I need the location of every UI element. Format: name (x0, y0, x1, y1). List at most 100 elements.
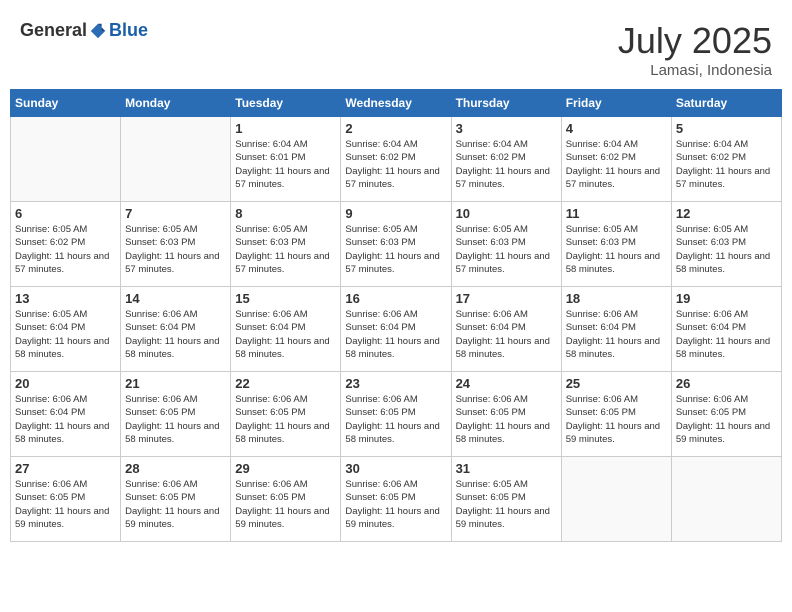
day-number: 11 (566, 206, 667, 221)
sunrise-text: Sunrise: 6:04 AM (345, 139, 417, 150)
day-number: 5 (676, 121, 777, 136)
sunrise-text: Sunrise: 6:06 AM (676, 309, 748, 320)
day-number: 28 (125, 461, 226, 476)
sunset-text: Sunset: 6:01 PM (235, 152, 305, 163)
day-number: 29 (235, 461, 336, 476)
day-info: Sunrise: 6:06 AM Sunset: 6:05 PM Dayligh… (15, 478, 116, 531)
sunset-text: Sunset: 6:04 PM (676, 322, 746, 333)
daylight-text: Daylight: 11 hours and 58 minutes. (125, 421, 219, 445)
daylight-text: Daylight: 11 hours and 57 minutes. (566, 166, 660, 190)
table-row: 17 Sunrise: 6:06 AM Sunset: 6:04 PM Dayl… (451, 287, 561, 372)
logo: General Blue (20, 20, 148, 41)
sunset-text: Sunset: 6:03 PM (566, 237, 636, 248)
table-row: 14 Sunrise: 6:06 AM Sunset: 6:04 PM Dayl… (121, 287, 231, 372)
daylight-text: Daylight: 11 hours and 57 minutes. (15, 251, 109, 275)
day-info: Sunrise: 6:06 AM Sunset: 6:05 PM Dayligh… (235, 478, 336, 531)
logo-blue: Blue (109, 20, 148, 41)
day-info: Sunrise: 6:04 AM Sunset: 6:02 PM Dayligh… (456, 138, 557, 191)
sunset-text: Sunset: 6:05 PM (345, 407, 415, 418)
daylight-text: Daylight: 11 hours and 59 minutes. (345, 506, 439, 530)
calendar-table: Sunday Monday Tuesday Wednesday Thursday… (10, 89, 782, 542)
col-saturday: Saturday (671, 90, 781, 117)
daylight-text: Daylight: 11 hours and 58 minutes. (15, 336, 109, 360)
sunset-text: Sunset: 6:03 PM (676, 237, 746, 248)
table-row: 9 Sunrise: 6:05 AM Sunset: 6:03 PM Dayli… (341, 202, 451, 287)
day-number: 30 (345, 461, 446, 476)
table-row: 28 Sunrise: 6:06 AM Sunset: 6:05 PM Dayl… (121, 457, 231, 542)
daylight-text: Daylight: 11 hours and 58 minutes. (566, 336, 660, 360)
sunset-text: Sunset: 6:04 PM (456, 322, 526, 333)
sunset-text: Sunset: 6:03 PM (345, 237, 415, 248)
calendar-header-row: Sunday Monday Tuesday Wednesday Thursday… (11, 90, 782, 117)
day-info: Sunrise: 6:06 AM Sunset: 6:04 PM Dayligh… (456, 308, 557, 361)
daylight-text: Daylight: 11 hours and 57 minutes. (676, 166, 770, 190)
sunset-text: Sunset: 6:05 PM (125, 492, 195, 503)
table-row: 20 Sunrise: 6:06 AM Sunset: 6:04 PM Dayl… (11, 372, 121, 457)
day-number: 24 (456, 376, 557, 391)
day-info: Sunrise: 6:06 AM Sunset: 6:05 PM Dayligh… (235, 393, 336, 446)
sunset-text: Sunset: 6:05 PM (345, 492, 415, 503)
day-info: Sunrise: 6:06 AM Sunset: 6:04 PM Dayligh… (15, 393, 116, 446)
day-number: 15 (235, 291, 336, 306)
table-row: 16 Sunrise: 6:06 AM Sunset: 6:04 PM Dayl… (341, 287, 451, 372)
daylight-text: Daylight: 11 hours and 58 minutes. (676, 336, 770, 360)
col-thursday: Thursday (451, 90, 561, 117)
sunrise-text: Sunrise: 6:05 AM (125, 224, 197, 235)
daylight-text: Daylight: 11 hours and 57 minutes. (235, 251, 329, 275)
table-row: 22 Sunrise: 6:06 AM Sunset: 6:05 PM Dayl… (231, 372, 341, 457)
daylight-text: Daylight: 11 hours and 59 minutes. (235, 506, 329, 530)
daylight-text: Daylight: 11 hours and 58 minutes. (125, 336, 219, 360)
daylight-text: Daylight: 11 hours and 57 minutes. (456, 251, 550, 275)
day-number: 19 (676, 291, 777, 306)
sunset-text: Sunset: 6:04 PM (566, 322, 636, 333)
table-row: 29 Sunrise: 6:06 AM Sunset: 6:05 PM Dayl… (231, 457, 341, 542)
day-info: Sunrise: 6:06 AM Sunset: 6:04 PM Dayligh… (566, 308, 667, 361)
table-row: 19 Sunrise: 6:06 AM Sunset: 6:04 PM Dayl… (671, 287, 781, 372)
day-info: Sunrise: 6:06 AM Sunset: 6:04 PM Dayligh… (676, 308, 777, 361)
day-info: Sunrise: 6:05 AM Sunset: 6:02 PM Dayligh… (15, 223, 116, 276)
sunrise-text: Sunrise: 6:04 AM (676, 139, 748, 150)
day-number: 8 (235, 206, 336, 221)
table-row (671, 457, 781, 542)
day-number: 27 (15, 461, 116, 476)
calendar-week-5: 27 Sunrise: 6:06 AM Sunset: 6:05 PM Dayl… (11, 457, 782, 542)
month-year-title: July 2025 (618, 20, 772, 62)
day-info: Sunrise: 6:06 AM Sunset: 6:05 PM Dayligh… (125, 393, 226, 446)
sunrise-text: Sunrise: 6:06 AM (566, 394, 638, 405)
day-info: Sunrise: 6:06 AM Sunset: 6:04 PM Dayligh… (125, 308, 226, 361)
table-row: 8 Sunrise: 6:05 AM Sunset: 6:03 PM Dayli… (231, 202, 341, 287)
day-info: Sunrise: 6:05 AM Sunset: 6:03 PM Dayligh… (676, 223, 777, 276)
col-tuesday: Tuesday (231, 90, 341, 117)
day-info: Sunrise: 6:06 AM Sunset: 6:05 PM Dayligh… (125, 478, 226, 531)
col-friday: Friday (561, 90, 671, 117)
daylight-text: Daylight: 11 hours and 58 minutes. (15, 421, 109, 445)
table-row (561, 457, 671, 542)
calendar-week-3: 13 Sunrise: 6:05 AM Sunset: 6:04 PM Dayl… (11, 287, 782, 372)
sunrise-text: Sunrise: 6:06 AM (676, 394, 748, 405)
sunrise-text: Sunrise: 6:05 AM (456, 224, 528, 235)
day-number: 14 (125, 291, 226, 306)
sunrise-text: Sunrise: 6:06 AM (345, 394, 417, 405)
day-info: Sunrise: 6:06 AM Sunset: 6:05 PM Dayligh… (676, 393, 777, 446)
day-info: Sunrise: 6:06 AM Sunset: 6:04 PM Dayligh… (345, 308, 446, 361)
sunset-text: Sunset: 6:03 PM (235, 237, 305, 248)
day-info: Sunrise: 6:05 AM Sunset: 6:03 PM Dayligh… (125, 223, 226, 276)
table-row: 2 Sunrise: 6:04 AM Sunset: 6:02 PM Dayli… (341, 117, 451, 202)
sunset-text: Sunset: 6:05 PM (15, 492, 85, 503)
sunrise-text: Sunrise: 6:05 AM (345, 224, 417, 235)
sunrise-text: Sunrise: 6:04 AM (566, 139, 638, 150)
sunrise-text: Sunrise: 6:05 AM (15, 309, 87, 320)
day-info: Sunrise: 6:06 AM Sunset: 6:04 PM Dayligh… (235, 308, 336, 361)
sunrise-text: Sunrise: 6:05 AM (235, 224, 307, 235)
table-row: 23 Sunrise: 6:06 AM Sunset: 6:05 PM Dayl… (341, 372, 451, 457)
table-row: 3 Sunrise: 6:04 AM Sunset: 6:02 PM Dayli… (451, 117, 561, 202)
table-row: 7 Sunrise: 6:05 AM Sunset: 6:03 PM Dayli… (121, 202, 231, 287)
sunset-text: Sunset: 6:05 PM (676, 407, 746, 418)
sunrise-text: Sunrise: 6:06 AM (125, 479, 197, 490)
sunset-text: Sunset: 6:05 PM (235, 407, 305, 418)
daylight-text: Daylight: 11 hours and 57 minutes. (345, 251, 439, 275)
sunset-text: Sunset: 6:04 PM (15, 407, 85, 418)
daylight-text: Daylight: 11 hours and 59 minutes. (15, 506, 109, 530)
col-wednesday: Wednesday (341, 90, 451, 117)
day-number: 10 (456, 206, 557, 221)
